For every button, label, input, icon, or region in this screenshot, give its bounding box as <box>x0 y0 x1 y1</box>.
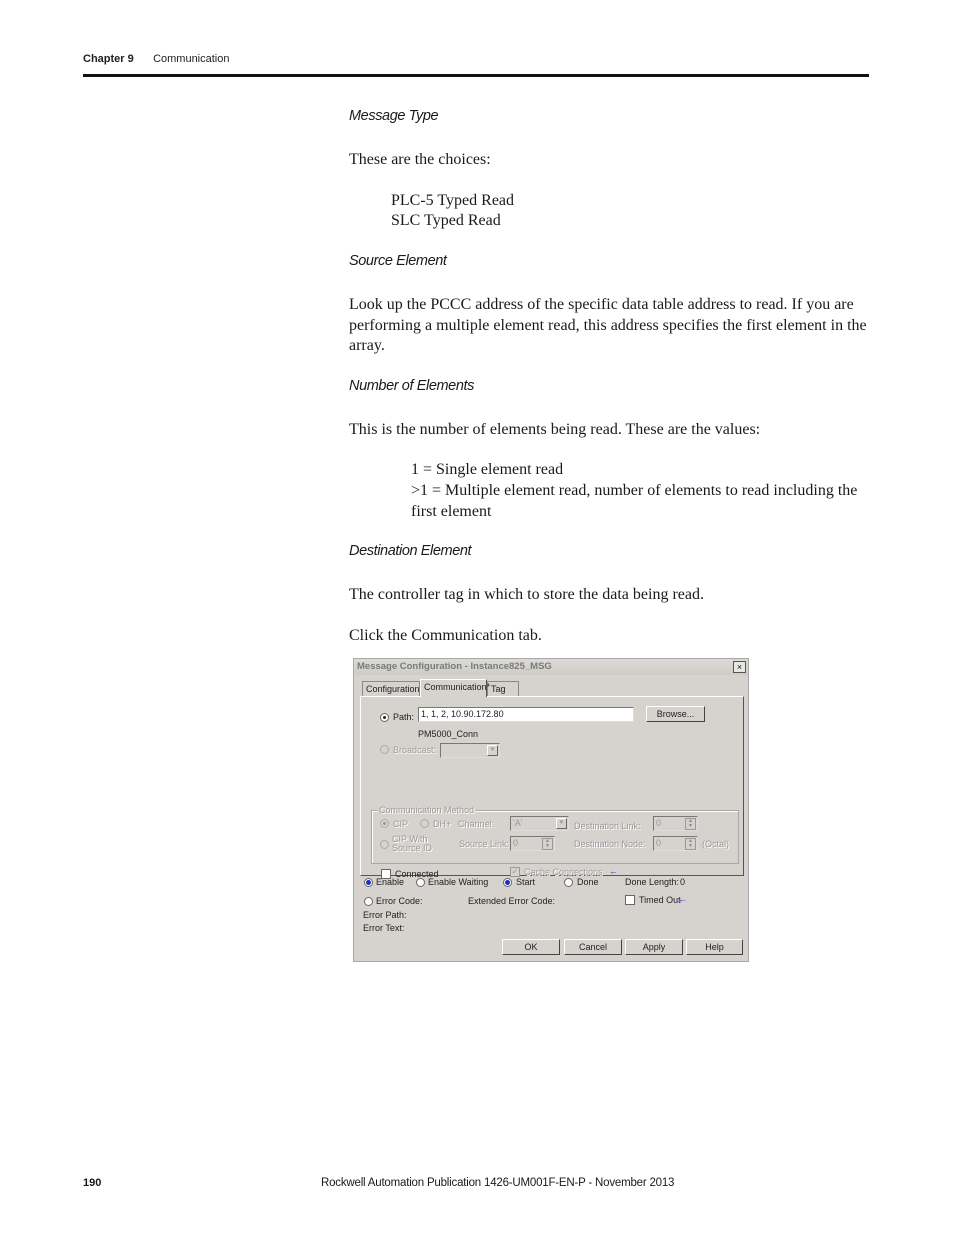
destination-node-spinner[interactable]: 0 ▲ ▼ <box>653 836 698 851</box>
cip-source-id-radio[interactable] <box>380 840 389 849</box>
heading-source-element: Source Element <box>349 253 447 269</box>
running-header: Chapter 9 Communication <box>83 53 229 65</box>
done-length-label: Done Length: <box>625 877 680 887</box>
choice-item: PLC-5 Typed Read <box>391 192 515 209</box>
instruction-text: Click the Communication tab. <box>349 627 542 644</box>
browse-button[interactable]: Browse... <box>646 706 705 722</box>
chevron-down-icon: ▼ <box>487 745 498 756</box>
destination-node-value: 0 <box>656 838 662 848</box>
cip-radio[interactable] <box>380 819 389 828</box>
done-label: Done <box>577 877 599 887</box>
cache-connections-label: Cache Connections <box>524 867 603 877</box>
error-code-label: Error Code: <box>376 896 423 906</box>
enable-waiting-status-indicator <box>416 878 425 887</box>
timed-out-label: Timed Out <box>639 895 681 905</box>
enable-label: Enable <box>376 877 405 887</box>
tab-tag[interactable]: Tag <box>487 681 519 696</box>
cancel-button[interactable]: Cancel <box>564 939 622 955</box>
arrow-left-icon: ← <box>678 894 687 904</box>
page-number: 190 <box>83 1177 102 1189</box>
arrow-left-icon: ← <box>609 866 618 876</box>
extended-error-code-label: Extended Error Code: <box>468 896 556 906</box>
enable-waiting-label: Enable Waiting <box>428 877 489 887</box>
cache-connections-checkbox[interactable]: ✓ <box>510 867 520 877</box>
choice-item: SLC Typed Read <box>391 212 501 229</box>
tab-configuration[interactable]: Configuration* <box>362 681 423 696</box>
source-element-body: Look up the PCCC address of the specific… <box>349 296 867 354</box>
dialog-title: Message Configuration - Instance825_MSG <box>357 661 552 672</box>
start-label: Start <box>516 877 536 887</box>
heading-number-of-elements: Number of Elements <box>349 378 474 394</box>
channel-dropdown[interactable]: 'A' ▼ <box>510 816 569 831</box>
destination-node-label: Destination Node: <box>574 839 646 849</box>
enable-status-indicator <box>364 878 373 887</box>
done-length-value: 0 <box>680 877 686 887</box>
destination-link-label: Destination Link: <box>574 821 641 831</box>
path-name: PM5000_Conn <box>418 729 479 739</box>
close-button[interactable]: × <box>733 661 746 673</box>
destination-link-value: 0 <box>656 818 662 828</box>
spinner-arrows-icon: ▲ ▼ <box>542 838 553 850</box>
cip-source-id-line2: Source ID <box>392 843 433 853</box>
value-item: 1 = Single element read <box>411 461 564 478</box>
help-button[interactable]: Help <box>686 939 743 955</box>
spinner-arrows-icon: ▲ ▼ <box>685 838 696 850</box>
dh-plus-label: DH+ <box>433 819 452 829</box>
octal-label: (Octal) <box>702 839 729 849</box>
value-item: >1 = Multiple element read, number of el… <box>411 482 858 520</box>
number-of-elements-intro: This is the number of elements being rea… <box>349 421 761 438</box>
error-code-status-indicator <box>364 897 373 906</box>
start-status-indicator <box>503 878 512 887</box>
communication-method-title: Communication Method <box>377 805 477 815</box>
message-type-intro: These are the choices: <box>349 151 491 168</box>
path-input[interactable]: 1, 1, 2, 10.90.172.80 <box>418 707 634 722</box>
destination-element-body: The controller tag in which to store the… <box>349 586 704 603</box>
dialog-titlebar: Message Configuration - Instance825_MSG <box>354 659 748 675</box>
apply-button[interactable]: Apply <box>625 939 683 955</box>
path-label: Path: <box>393 712 415 722</box>
chevron-down-icon: ▼ <box>556 818 567 829</box>
channel-value: 'A' <box>513 818 523 828</box>
cip-label: CIP <box>393 819 409 829</box>
communication-panel: Path: 1, 1, 2, 10.90.172.80 Browse... PM… <box>360 696 744 879</box>
tab-communication[interactable]: Communication* <box>420 679 490 697</box>
cip-source-id-label: CIP With Source ID <box>392 835 432 853</box>
broadcast-label: Broadcast: <box>393 745 437 755</box>
broadcast-radio[interactable] <box>380 745 389 754</box>
message-configuration-dialog: Message Configuration - Instance825_MSG … <box>353 658 749 962</box>
header-rule <box>83 74 869 77</box>
dh-plus-radio[interactable] <box>420 819 429 828</box>
spinner-arrows-icon: ▲ ▼ <box>685 818 696 830</box>
source-link-value: 0 <box>513 838 519 848</box>
done-status-indicator <box>564 878 573 887</box>
error-text-label: Error Text: <box>363 923 405 933</box>
checkmark-icon: ✓ <box>511 867 519 876</box>
destination-link-spinner[interactable]: 0 ▲ ▼ <box>653 816 698 831</box>
heading-destination-element: Destination Element <box>349 543 472 559</box>
source-link-spinner[interactable]: 0 ▲ ▼ <box>510 836 555 851</box>
source-link-label: Source Link: <box>459 839 510 849</box>
broadcast-dropdown[interactable]: ▼ <box>440 743 500 758</box>
publication-info: Rockwell Automation Publication 1426-UM0… <box>321 1177 675 1189</box>
path-radio[interactable] <box>380 713 389 722</box>
timed-out-checkbox[interactable] <box>625 895 635 905</box>
close-icon: × <box>736 662 743 672</box>
error-path-label: Error Path: <box>363 910 407 920</box>
ok-button[interactable]: OK <box>502 939 560 955</box>
channel-label: Channel: <box>458 819 495 829</box>
section-label: Communication <box>153 53 230 65</box>
heading-message-type: Message Type <box>349 108 439 124</box>
chapter-label: Chapter 9 <box>83 53 134 65</box>
